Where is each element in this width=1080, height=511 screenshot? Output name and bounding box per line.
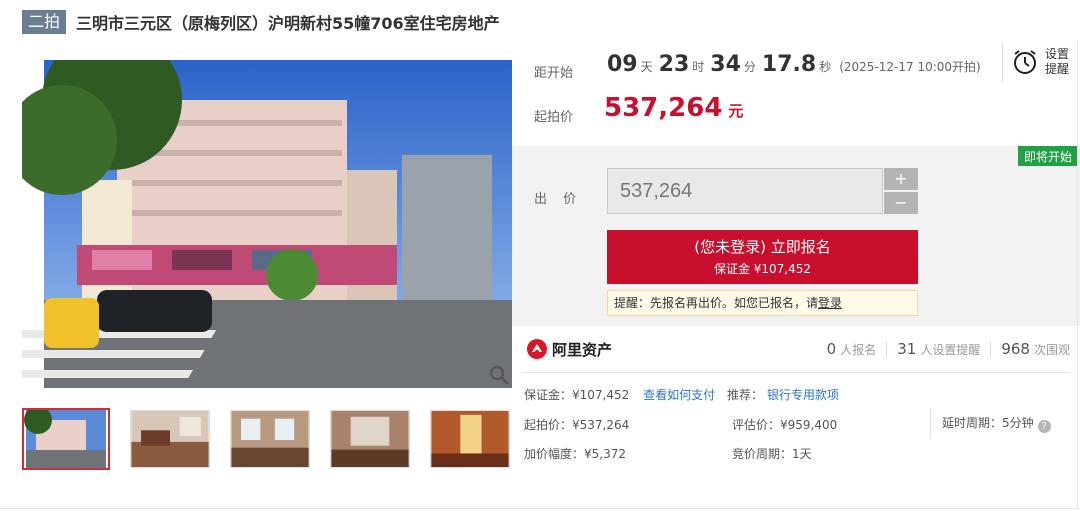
title-row: 二拍 三明市三元区（原梅列区）沪明新村55幢706室住宅房地产 xyxy=(22,8,500,36)
bank-account-link[interactable]: 银行专用款项 xyxy=(767,388,839,402)
login-tip: 提醒：先报名再出价。如您已报名，请登录 xyxy=(607,290,918,316)
stat-divider xyxy=(886,341,888,357)
thumbnail-2[interactable] xyxy=(130,410,210,468)
help-icon[interactable]: ? xyxy=(1037,420,1051,433)
column-divider xyxy=(930,408,931,438)
bottom-border xyxy=(0,508,1080,509)
status-badge: 即将开始 xyxy=(1017,146,1078,166)
deposit-info: 保证金：¥107,452 xyxy=(524,388,630,402)
decrease-bid-button[interactable]: − xyxy=(884,192,918,214)
start-price-unit: 元 xyxy=(728,102,744,120)
set-reminder-button[interactable]: 设置提醒 xyxy=(1002,42,1080,82)
signup-count: 0 xyxy=(826,340,837,358)
thumbnail-5[interactable] xyxy=(430,410,510,468)
countdown-hours-unit: 时 xyxy=(692,60,705,74)
bid-cycle-info: 竞价周期：1天 xyxy=(732,447,812,461)
auction-round-badge: 二拍 xyxy=(22,10,67,34)
reminder-count-label: 人设置提醒 xyxy=(920,343,981,357)
countdown-minutes: 34 xyxy=(710,52,741,77)
thumbnail-1[interactable] xyxy=(22,408,110,470)
deposit-row: 保证金：¥107,452 查看如何支付 推荐： 银行专用款项 xyxy=(524,386,839,403)
delay-info: 延时周期：5分钟? xyxy=(942,414,1051,433)
stat-divider xyxy=(990,341,992,357)
platform-name: 阿里资产 xyxy=(552,340,613,359)
stats-row: 阿里资产 0 人报名 31 人设置提醒 968 次围观 xyxy=(512,330,1080,368)
tip-text: 提醒：先报名再出价。如您已报名，请 xyxy=(614,296,819,310)
bid-amount-input[interactable]: 537,264 xyxy=(607,168,883,214)
recommend-label: 推荐： xyxy=(726,388,763,402)
start-price-info: 起拍价：¥537,264 xyxy=(524,418,630,432)
thumbnail-strip xyxy=(22,408,530,470)
countdown-hours: 23 xyxy=(658,52,690,77)
signup-label: (您未登录) 立即报名 xyxy=(694,238,831,256)
delay-text: 延时周期：5分钟 xyxy=(942,416,1034,430)
start-time: (2025-12-17 10:00开拍) xyxy=(839,60,981,74)
zoom-icon[interactable] xyxy=(488,364,510,386)
increment-info: 加价幅度：¥5,372 xyxy=(524,447,626,461)
countdown: 09 天 23 时 34 分 17.8 秒 (2025-12-17 10:00开拍) xyxy=(607,52,981,77)
signup-deposit: 保证金 ¥107,452 xyxy=(713,262,812,276)
platform-logo: 阿里资产 xyxy=(526,338,612,360)
main-property-image[interactable] xyxy=(22,60,512,388)
appraisal-info: 评估价：¥959,400 xyxy=(732,418,838,432)
bid-label: 出 价 xyxy=(534,192,583,207)
increase-bid-button[interactable]: + xyxy=(884,168,918,190)
view-count-label: 次围观 xyxy=(1033,343,1070,357)
start-price-value: 537,264 xyxy=(604,93,723,123)
login-link[interactable]: 登录 xyxy=(818,296,842,310)
reminder-count: 31 xyxy=(897,340,917,358)
signup-button[interactable]: (您未登录) 立即报名 保证金 ¥107,452 xyxy=(607,230,918,284)
auction-stats: 0 人报名 31 人设置提醒 968 次围观 xyxy=(827,340,1070,358)
countdown-label: 距开始 xyxy=(534,66,574,81)
how-to-pay-link[interactable]: 查看如何支付 xyxy=(643,388,715,402)
signup-count-label: 人报名 xyxy=(840,343,877,357)
alarm-clock-icon xyxy=(1014,50,1036,74)
view-count: 968 xyxy=(1001,340,1030,358)
start-price: 537,264 元 xyxy=(604,93,743,123)
page-title: 三明市三元区（原梅列区）沪明新村55幢706室住宅房地产 xyxy=(76,14,500,33)
countdown-minutes-unit: 分 xyxy=(743,60,756,74)
thumbnail-4[interactable] xyxy=(330,410,410,468)
panel-border xyxy=(1077,40,1078,508)
countdown-days: 09 xyxy=(607,52,638,77)
countdown-days-unit: 天 xyxy=(640,60,653,74)
ali-asset-logo-icon xyxy=(527,339,547,359)
bid-box: 即将开始 出 价 537,264 + − (您未登录) 立即报名 保证金 ¥10… xyxy=(512,146,1080,326)
countdown-seconds-unit: 秒 xyxy=(819,60,832,74)
countdown-row: 距开始 09 天 23 时 34 分 17.8 秒 (2025-12-17 10:00开… xyxy=(512,40,1080,150)
thumbnail-3[interactable] xyxy=(230,410,310,468)
start-price-label: 起拍价 xyxy=(534,110,574,125)
set-reminder-label: 设置提醒 xyxy=(1045,47,1070,76)
countdown-seconds: 17.8 xyxy=(761,52,817,77)
divider xyxy=(522,372,1070,373)
